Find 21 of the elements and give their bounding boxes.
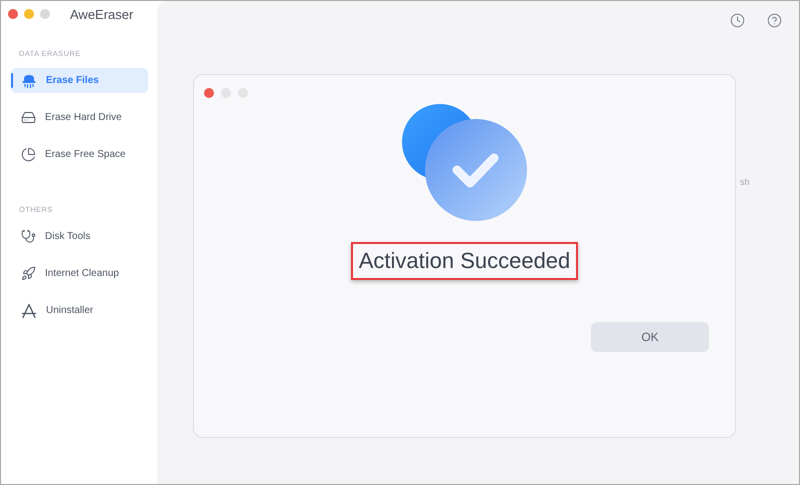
sidebar-item[interactable]: Uninstaller xyxy=(11,298,148,323)
sidebar-item[interactable]: Disk Tools xyxy=(11,224,148,249)
minimize-icon[interactable] xyxy=(24,9,34,19)
history-icon[interactable] xyxy=(730,13,745,28)
pie-chart-icon xyxy=(21,147,36,162)
background-text: sh xyxy=(740,177,750,187)
rocket-icon xyxy=(21,266,36,281)
sidebar-item[interactable]: Erase Free Space xyxy=(11,142,148,167)
shredder-icon xyxy=(21,72,37,88)
close-icon[interactable] xyxy=(8,9,18,19)
sidebar-item[interactable]: Internet Cleanup xyxy=(11,261,148,286)
hard-drive-icon xyxy=(21,110,36,125)
window-title: AweEraser xyxy=(70,6,134,22)
stethoscope-icon xyxy=(21,229,36,244)
ok-button[interactable]: OK xyxy=(591,322,709,352)
compass-icon xyxy=(21,302,37,318)
sidebar-item[interactable]: Erase Hard Drive xyxy=(11,105,148,130)
success-check-icon xyxy=(402,104,528,222)
close-icon[interactable] xyxy=(204,88,214,98)
dialog-title: Activation Succeeded xyxy=(350,242,578,280)
help-icon[interactable] xyxy=(767,13,782,28)
